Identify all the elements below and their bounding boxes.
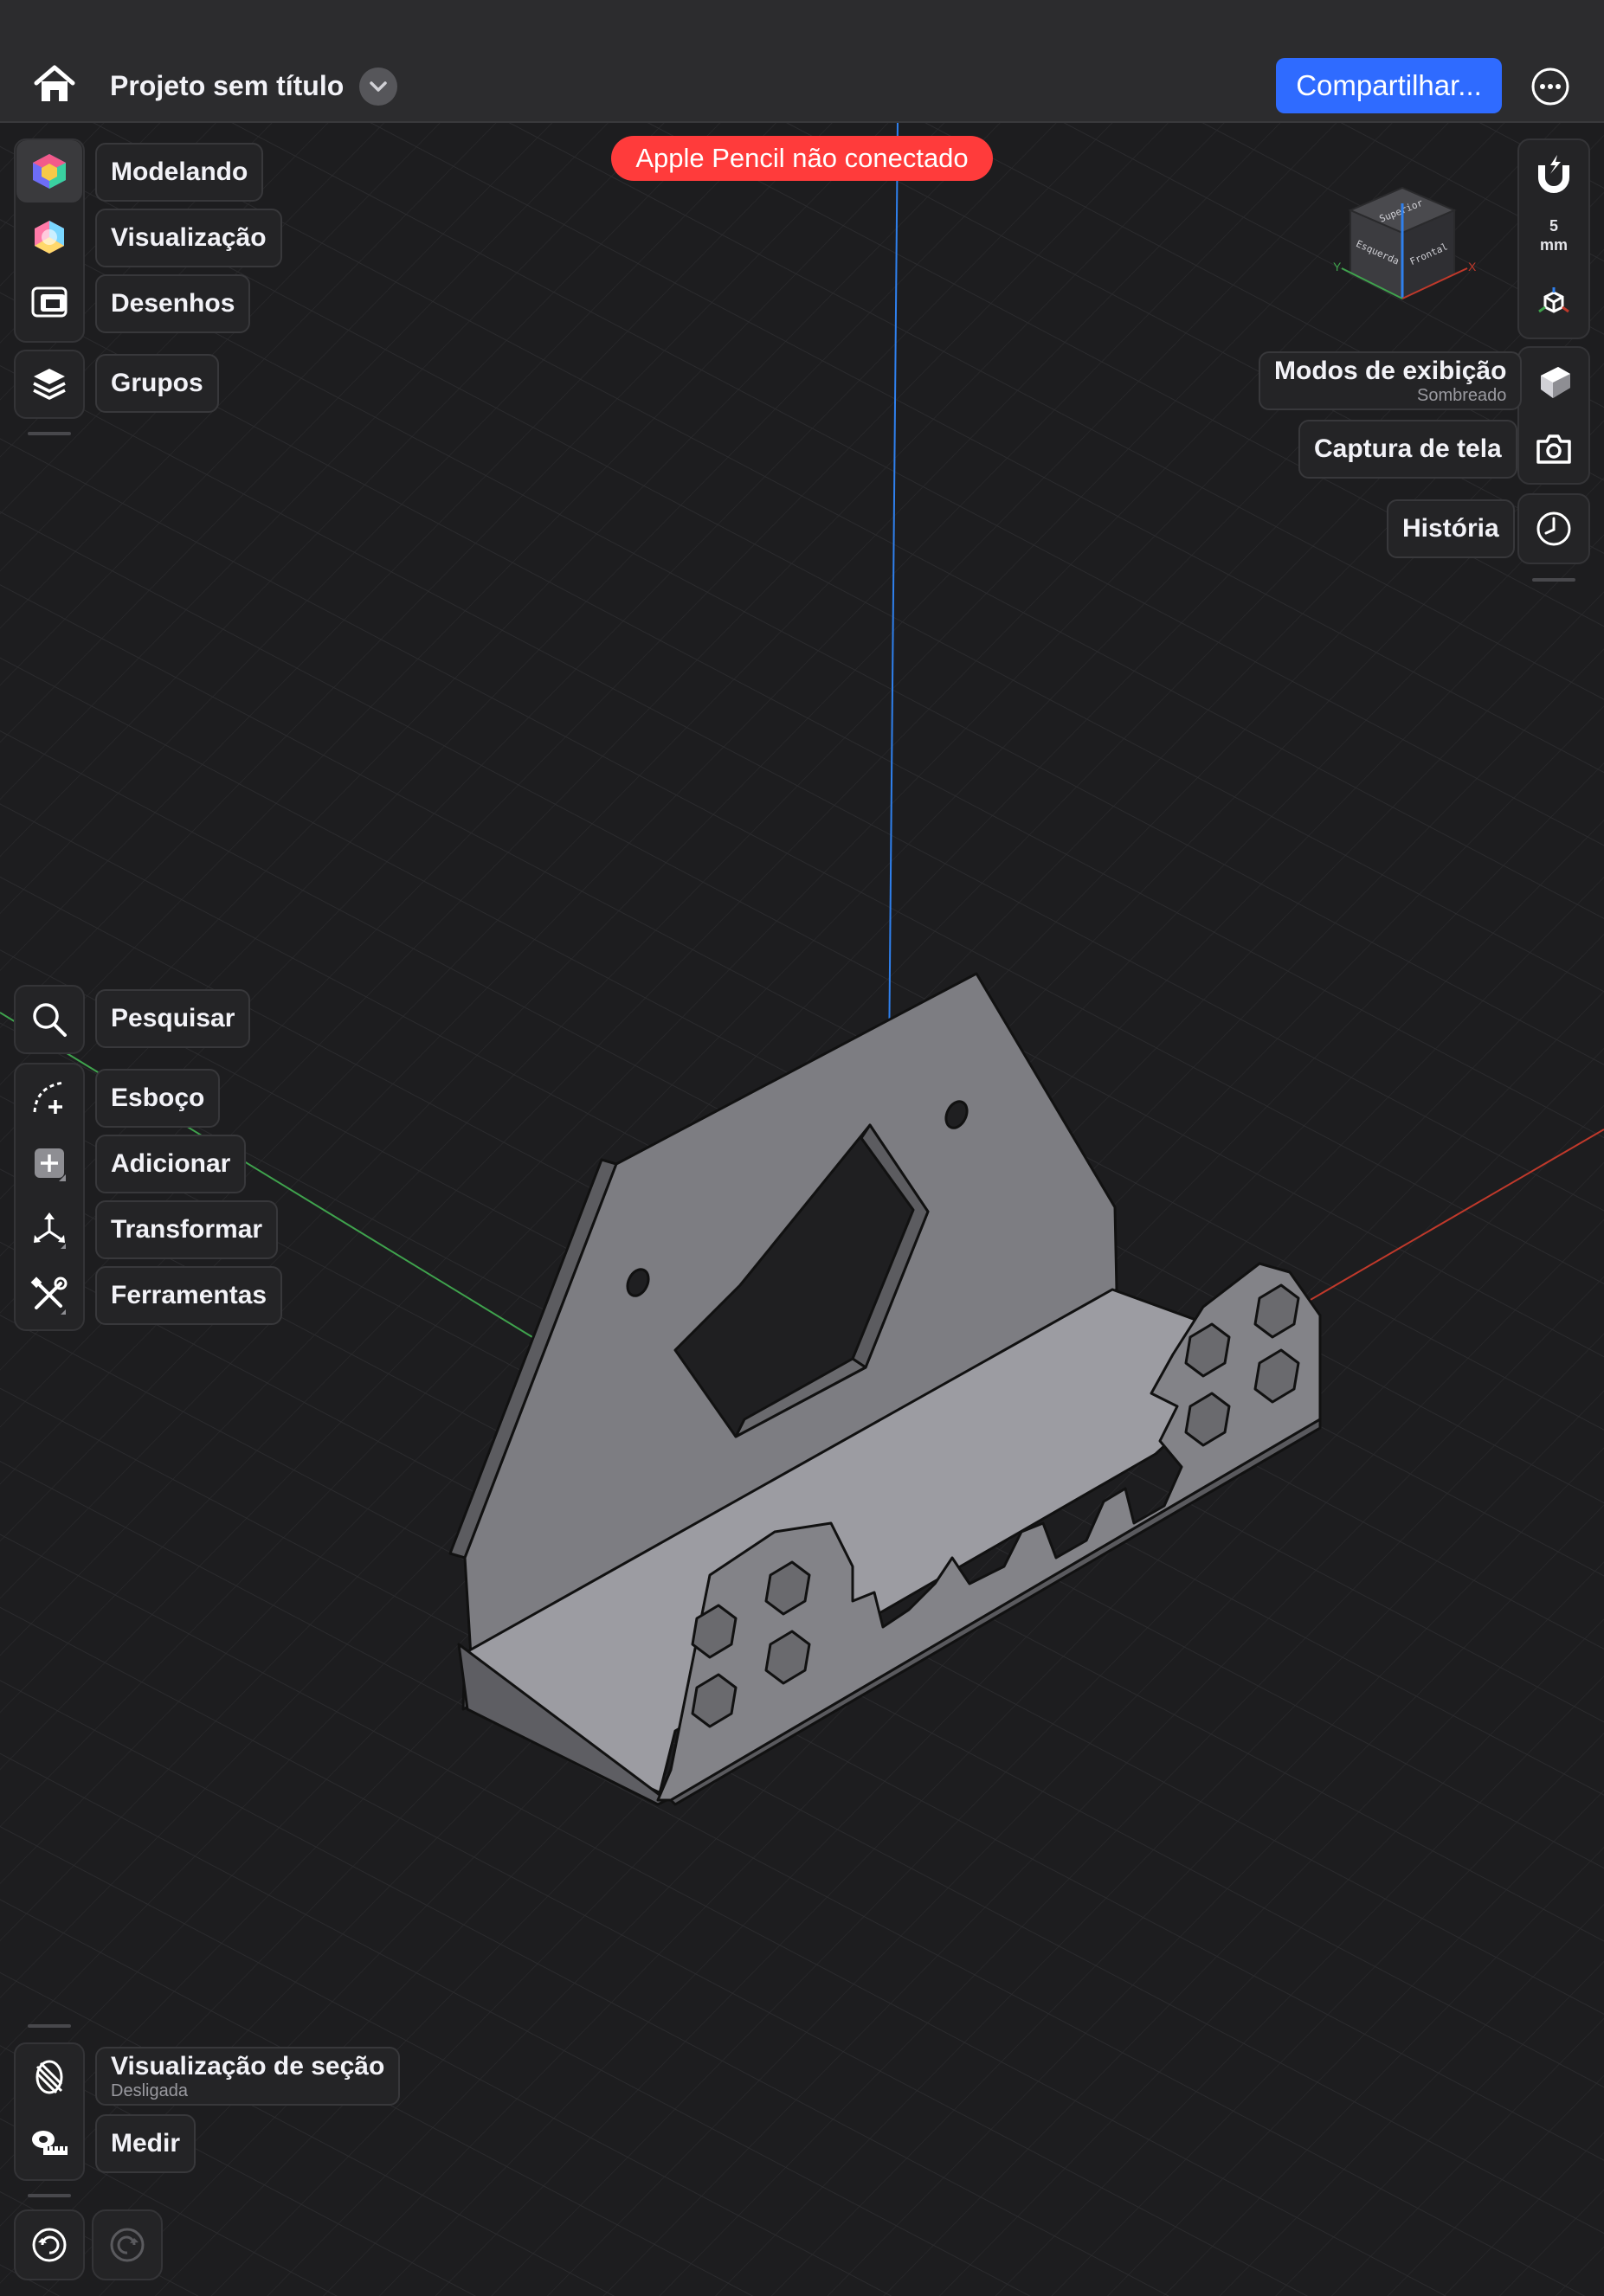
home-icon [34,65,75,101]
sketch-icon [33,1081,65,1114]
screenshot-label[interactable]: Captura de tela [1298,420,1517,479]
more-icon [1531,68,1569,106]
left-toolbar-divider-bottom [28,2024,71,2028]
tools-icon [30,1277,68,1315]
undo-button[interactable] [14,2209,85,2280]
redo-button[interactable] [92,2209,163,2280]
tape-measure-icon [32,2131,68,2155]
view-cube-axis-x: X [1468,260,1477,273]
add-icon [35,1148,66,1181]
workspace-drawings-label[interactable]: Desenhos [95,274,251,333]
view-cube[interactable]: Superior Esquerda Frontal X Y [1324,177,1480,316]
search-label[interactable]: Pesquisar [95,989,251,1048]
drawings-icon [31,286,68,318]
snap-toggle-button[interactable] [1521,143,1587,205]
pencil-status-banner: Apple Pencil não conectado [611,136,993,181]
workspace-drawings-button[interactable] [16,272,82,334]
tools-label[interactable]: Ferramentas [95,1266,283,1325]
axis-cube-icon [1538,287,1569,313]
visualization-sphere-icon [35,221,64,254]
measure-label[interactable]: Medir [95,2114,196,2173]
right-toolbar-divider [1532,578,1575,582]
snap-unit: mm [1539,236,1568,254]
left-toolbar-divider-top [28,432,71,435]
shaded-mode-icon [1541,367,1570,398]
groups-button[interactable] [16,353,82,415]
display-modes-button[interactable] [1521,351,1587,413]
workspace-modeling-button[interactable] [16,140,82,203]
history-label[interactable]: História [1387,499,1515,558]
layers-icon [33,369,66,400]
workspace-modeling-label[interactable]: Modelando [95,143,264,202]
search-button[interactable] [16,988,82,1051]
search-icon [33,1003,67,1037]
snap-distance[interactable]: 5 mm [1519,216,1588,254]
workspace-visualization-label[interactable]: Visualização [95,209,282,267]
chevron-down-icon [370,81,387,92]
transform-icon [34,1212,66,1249]
home-button[interactable] [26,57,83,111]
clock-icon [1536,511,1571,546]
modeling-cube-icon [33,154,66,189]
magnet-icon [1538,155,1569,193]
sketch-label[interactable]: Esboço [95,1069,221,1128]
share-button[interactable]: Compartilhar... [1276,58,1502,113]
project-title[interactable]: Projeto sem título [110,66,344,106]
left-toolbar-divider-history [28,2194,71,2197]
section-view-label[interactable]: Visualização de seção Desligada [95,2047,401,2106]
history-button[interactable] [1521,498,1587,560]
tools-button[interactable] [16,1264,82,1326]
project-menu-button[interactable] [359,68,397,106]
section-view-icon [35,2060,63,2094]
transform-button[interactable] [16,1198,82,1260]
undo-icon [32,2228,67,2262]
more-button[interactable] [1530,67,1570,106]
camera-icon [1536,434,1571,464]
groups-label[interactable]: Grupos [95,354,219,413]
display-modes-label[interactable]: Modos de exibição Sombreado [1259,351,1523,410]
transform-label[interactable]: Transformar [95,1200,279,1259]
display-mode-status: Sombreado [1416,386,1507,405]
screenshot-button[interactable] [1521,418,1587,480]
section-view-button[interactable] [16,2046,82,2108]
sketch-button[interactable] [16,1066,82,1129]
measure-button[interactable] [16,2112,82,2174]
redo-icon [110,2228,145,2262]
snap-value: 5 [1549,217,1558,235]
view-cube-axis-y: Y [1333,260,1342,273]
workspace-visualization-button[interactable] [16,206,82,268]
section-view-status: Desligada [111,2081,188,2100]
add-label[interactable]: Adicionar [95,1135,247,1193]
add-button[interactable] [16,1132,82,1194]
coordinate-system-button[interactable] [1521,272,1587,334]
